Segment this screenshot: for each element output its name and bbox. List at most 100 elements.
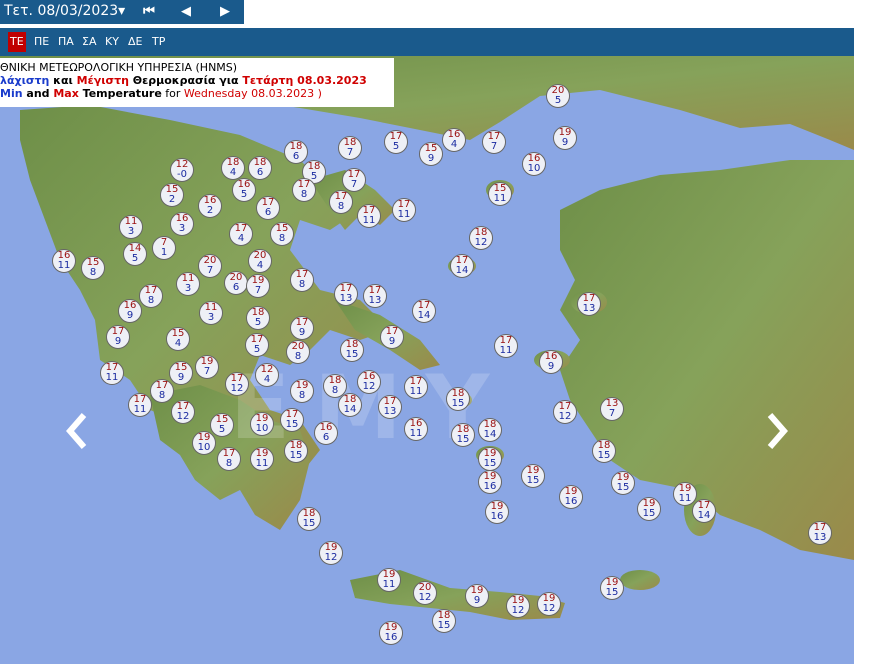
station-min-temp: 15 xyxy=(289,450,303,461)
station-marker: 17 14 xyxy=(412,299,436,323)
station-marker: 15 4 xyxy=(166,327,190,351)
station-min-temp: 8 xyxy=(300,189,308,200)
date-dropdown[interactable]: Τετ. 08/03/2023▾ xyxy=(4,3,125,19)
station-min-temp: 14 xyxy=(417,310,431,321)
station-min-temp: 5 xyxy=(254,317,262,328)
station-marker: 18 15 xyxy=(432,609,456,633)
station-marker: 17 12 xyxy=(225,372,249,396)
station-min-temp: 8 xyxy=(298,390,306,401)
station-marker: 19 16 xyxy=(379,621,403,645)
station-min-temp: 14 xyxy=(343,404,357,415)
station-marker: 17 11 xyxy=(404,375,428,399)
station-min-temp: 15 xyxy=(616,482,630,493)
station-min-temp: 7 xyxy=(206,265,214,276)
station-min-temp: 6 xyxy=(264,207,272,218)
station-min-temp: 3 xyxy=(184,283,192,294)
station-min-temp: 11 xyxy=(362,215,376,226)
station-min-temp: 11 xyxy=(499,345,513,356)
next-icon[interactable]: ▶ xyxy=(214,2,236,22)
station-min-temp: 7 xyxy=(346,147,354,158)
station-marker: 18 7 xyxy=(338,136,362,160)
station-min-temp: 7 xyxy=(350,179,358,190)
tab-day-3[interactable]: ΠΑ xyxy=(56,32,76,52)
station-min-temp: 9 xyxy=(114,336,122,347)
station-min-temp: 6 xyxy=(232,282,240,293)
station-min-temp: 11 xyxy=(409,428,423,439)
agency-name: ΘΝΙΚΗ ΜΕΤΕΩΡΟΛΟΓΙΚΗ ΥΠΗΡΕΣΙΑ (HNMS) xyxy=(0,61,238,74)
station-min-temp: 15 xyxy=(483,458,497,469)
station-min-temp: 12 xyxy=(324,552,338,563)
station-marker: 19 11 xyxy=(250,447,274,471)
station-marker: 18 4 xyxy=(221,156,245,180)
station-min-temp: 16 xyxy=(490,511,504,522)
tab-day-7[interactable]: ΤΡ xyxy=(150,32,167,52)
station-min-temp: 9 xyxy=(298,327,306,338)
station-marker: 15 8 xyxy=(81,256,105,280)
skip-first-icon[interactable]: ⏮ xyxy=(138,2,160,22)
tab-day-2[interactable]: ΠΕ xyxy=(32,32,51,52)
station-marker: 16 11 xyxy=(404,417,428,441)
station-marker: 20 4 xyxy=(248,249,272,273)
station-marker: 19 12 xyxy=(537,592,561,616)
station-marker: 13 7 xyxy=(600,397,624,421)
station-min-temp: 7 xyxy=(490,141,498,152)
station-min-temp: 3 xyxy=(127,226,135,237)
station-marker: 18 15 xyxy=(340,338,364,362)
station-marker: 17 9 xyxy=(290,316,314,340)
station-min-temp: 6 xyxy=(322,432,330,443)
station-marker: 17 13 xyxy=(363,284,387,308)
station-marker: 19 10 xyxy=(192,431,216,455)
station-min-temp: 12 xyxy=(362,381,376,392)
station-marker: 17 13 xyxy=(334,282,358,306)
station-marker: 19 7 xyxy=(246,274,270,298)
station-marker: 17 12 xyxy=(171,400,195,424)
previous-arrow-icon[interactable] xyxy=(62,411,92,451)
station-min-temp: 12 xyxy=(230,383,244,394)
station-min-temp: 12 xyxy=(418,592,432,603)
station-min-temp: 1 xyxy=(160,247,168,258)
station-marker: 17 7 xyxy=(482,130,506,154)
tab-day-6[interactable]: ΔΕ xyxy=(126,32,144,52)
station-min-temp: 3 xyxy=(207,312,215,323)
station-min-temp: 9 xyxy=(177,372,185,383)
station-min-temp: 9 xyxy=(547,361,555,372)
tab-day-5[interactable]: ΚΥ xyxy=(103,32,121,52)
temperature-map: ΕΜΥ 20 5 19 9 16 10 17 5 16 4 17 7 15 9 18 7 18 6 18 4 18 6 12… xyxy=(0,56,854,664)
station-marker: 18 15 xyxy=(451,423,475,447)
station-marker: 17 5 xyxy=(245,333,269,357)
station-marker: 15 9 xyxy=(419,142,443,166)
station-marker: 17 11 xyxy=(392,198,416,222)
station-marker: 17 11 xyxy=(357,204,381,228)
station-min-temp: 11 xyxy=(255,458,269,469)
station-marker: 19 16 xyxy=(478,470,502,494)
next-arrow-icon[interactable] xyxy=(762,411,792,451)
station-marker: 17 9 xyxy=(380,325,404,349)
station-marker: 20 8 xyxy=(286,340,310,364)
station-marker: 16 9 xyxy=(539,350,563,374)
tab-day-1[interactable]: ΤΕ xyxy=(8,32,26,52)
station-min-temp: 11 xyxy=(133,404,147,415)
station-marker: 16 11 xyxy=(52,249,76,273)
station-min-temp: 9 xyxy=(388,336,396,347)
station-marker: 17 15 xyxy=(280,408,304,432)
station-min-temp: 13 xyxy=(339,293,353,304)
station-min-temp: 13 xyxy=(582,303,596,314)
station-marker: 17 8 xyxy=(329,190,353,214)
station-marker: 16 9 xyxy=(118,299,142,323)
station-min-temp: 7 xyxy=(608,408,616,419)
station-min-temp: 15 xyxy=(345,349,359,360)
station-marker: 16 12 xyxy=(357,370,381,394)
tab-day-4[interactable]: ΣΑ xyxy=(80,32,98,52)
day-tabs: ΤΕ ΠΕ ΠΑ ΣΑ ΚΥ ΔΕ ΤΡ xyxy=(0,28,854,56)
station-marker: 19 10 xyxy=(250,412,274,436)
station-min-temp: 10 xyxy=(197,442,211,453)
station-marker: 71 xyxy=(152,236,176,260)
previous-icon[interactable]: ◀ xyxy=(175,2,197,22)
station-marker: 19 11 xyxy=(377,568,401,592)
station-min-temp: 11 xyxy=(397,209,411,220)
station-marker: 17 12 xyxy=(553,400,577,424)
station-min-temp: 9 xyxy=(473,595,481,606)
station-marker: 18 5 xyxy=(246,306,270,330)
station-marker: 17 11 xyxy=(494,334,518,358)
station-marker: 17 8 xyxy=(290,268,314,292)
